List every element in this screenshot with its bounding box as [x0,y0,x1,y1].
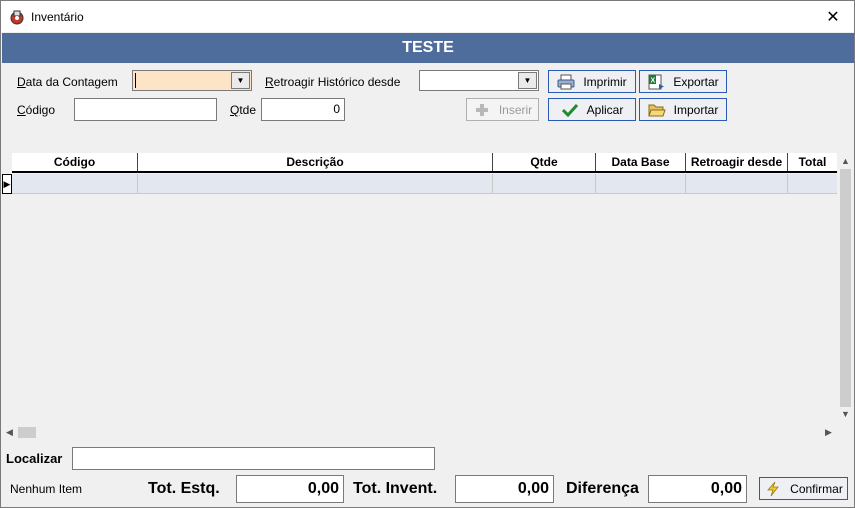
qtde-label: Qtde [230,103,257,117]
lightning-icon [764,481,782,497]
retroagir-combo[interactable]: ▼ [419,70,539,91]
vertical-scroll-thumb[interactable] [840,169,851,407]
col-header-descricao[interactable]: Descrição [138,153,493,171]
cell-descricao[interactable] [138,174,493,193]
cell-retroagir-desde[interactable] [686,174,788,193]
aplicar-button[interactable]: Aplicar [548,98,636,121]
items-grid[interactable]: Código Descrição Qtde Data Base Retroagi… [2,153,854,441]
excel-export-icon: X [647,74,665,90]
diferenca-label: Diferença [566,480,639,497]
svg-text:X: X [651,77,656,84]
row-indicator-icon: ▶ [2,174,12,194]
codigo-input[interactable] [74,98,217,121]
form-banner: TESTE [2,33,854,63]
scroll-right-icon[interactable]: ▶ [825,427,832,438]
cell-codigo[interactable] [12,174,138,193]
checkmark-icon [561,102,579,118]
col-header-total[interactable]: Total [788,153,837,171]
data-contagem-label: Data da Contagem [17,75,118,89]
scroll-up-icon[interactable]: ▲ [841,156,850,166]
exportar-button[interactable]: X Exportar [639,70,727,93]
importar-button[interactable]: Importar [639,98,727,121]
imprimir-button[interactable]: Imprimir [548,70,636,93]
col-header-data-base[interactable]: Data Base [596,153,686,171]
qtde-input[interactable]: 0 [261,98,345,121]
scroll-down-icon[interactable]: ▼ [841,409,850,419]
chevron-down-icon[interactable]: ▼ [231,72,250,89]
tot-estq-value: 0,00 [236,475,344,503]
retroagir-label: Retroagir Histórico desde [265,75,401,89]
scroll-left-icon[interactable]: ◀ [6,427,13,438]
cell-qtde[interactable] [493,174,596,193]
chevron-down-icon[interactable]: ▼ [518,72,537,89]
close-icon[interactable]: ✕ [812,1,854,32]
cell-total[interactable] [788,174,837,193]
title-bar: Inventário ✕ [1,1,854,32]
localizar-label: Localizar [6,451,63,466]
inserir-button[interactable]: Inserir [466,98,539,121]
horizontal-scroll-thumb[interactable] [18,427,36,438]
table-row[interactable] [12,174,837,194]
folder-open-icon [647,102,666,118]
col-header-retroagir-desde[interactable]: Retroagir desde [686,153,788,171]
col-header-qtde[interactable]: Qtde [493,153,596,171]
printer-icon [557,74,575,90]
banner-title: TESTE [402,39,454,56]
plus-icon [473,102,491,118]
vertical-scrollbar[interactable]: ▲ ▼ [837,153,854,424]
codigo-label: Código [17,103,56,117]
cell-data-base[interactable] [596,174,686,193]
col-header-codigo[interactable]: Código [12,153,138,171]
horizontal-scrollbar[interactable]: ◀ ▶ [2,424,837,441]
confirmar-button[interactable]: Confirmar [759,477,848,500]
app-icon [9,9,25,25]
tot-estq-label: Tot. Estq. [148,480,220,497]
data-contagem-combo[interactable]: ▼ [132,70,252,91]
text-cursor [135,73,136,88]
window-title: Inventário [31,10,84,24]
grid-header: Código Descrição Qtde Data Base Retroagi… [12,153,837,173]
status-text: Nenhum Item [10,482,83,496]
tot-invent-label: Tot. Invent. [353,480,438,497]
diferenca-value: 0,00 [648,475,747,503]
inventario-window: Inventário ✕ TESTE Data da Contagem ▼ Re… [0,0,855,508]
localizar-input[interactable] [72,447,435,470]
tot-invent-value: 0,00 [455,475,554,503]
